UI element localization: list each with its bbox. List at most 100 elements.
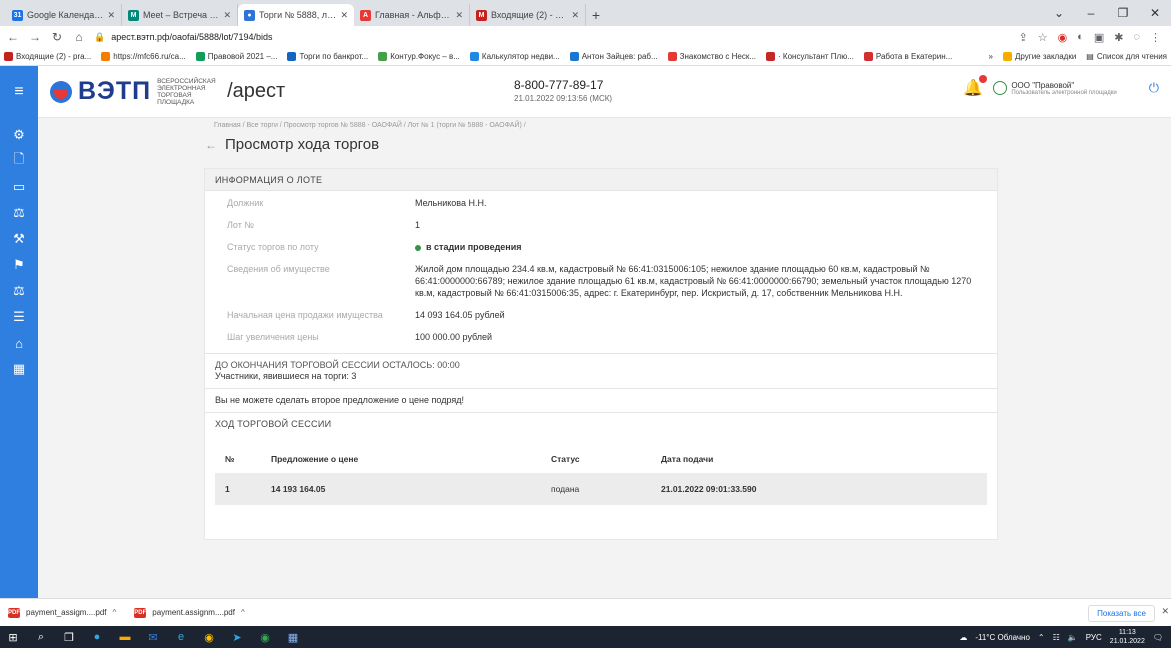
tab-close-icon[interactable]: ✕: [223, 10, 231, 21]
monitor-icon[interactable]: ▭: [10, 178, 28, 196]
settings-gear-icon[interactable]: ⚙: [10, 126, 28, 144]
bookmark-item[interactable]: Знакомство с Неск...: [667, 52, 756, 61]
calculator-app-icon[interactable]: ▦: [286, 630, 300, 644]
tab-favicon-icon: ●: [244, 9, 255, 21]
bookmark-favicon-icon: [766, 52, 776, 61]
forward-icon[interactable]: →: [28, 30, 42, 44]
bookmark-item[interactable]: Торги по банкрот...: [287, 52, 368, 61]
bookmark-item[interactable]: Входящие (2) - pra...: [4, 52, 91, 61]
bookmark-favicon-icon: [667, 52, 677, 61]
bookmark-item[interactable]: Контур.Фокус – в...: [378, 52, 460, 61]
network-icon[interactable]: ☷: [1053, 633, 1060, 642]
tab-close-icon[interactable]: ✕: [455, 10, 463, 21]
close-downloads-icon[interactable]: ✕: [1161, 606, 1169, 617]
home-icon[interactable]: ⌂: [72, 30, 86, 44]
language-indicator[interactable]: РУС: [1086, 633, 1102, 642]
browser-tab[interactable]: 31 Google Календарь - сведения о✕: [6, 4, 122, 26]
browser-tab[interactable]: А Главная - Альфа-Бизнес Онлайн ✕: [354, 4, 470, 26]
document-icon[interactable]: 🗋: [10, 151, 28, 170]
logout-power-icon[interactable]: ⏻: [1149, 80, 1159, 96]
notifications-center-icon[interactable]: 🗨: [1153, 633, 1163, 642]
calculator-icon[interactable]: ▦: [10, 360, 28, 378]
chrome-alt-icon[interactable]: ◉: [258, 630, 272, 644]
other-bookmarks[interactable]: Другие закладки: [1003, 52, 1076, 61]
browser-tab[interactable]: M Входящие (2) - pravoznayka@✕: [470, 4, 586, 26]
weather-icon[interactable]: ☁: [959, 633, 967, 642]
logo-subtitle: Всероссийская электронная торговая площа…: [157, 77, 216, 106]
back-arrow-icon[interactable]: ←: [205, 138, 217, 152]
volume-icon[interactable]: 🔈: [1068, 633, 1078, 642]
extension-icon[interactable]: ◉: [1058, 31, 1068, 44]
bids-section: Ход торговой сессии № Предложение о цене С…: [205, 412, 997, 505]
download-item[interactable]: PDF payment.assignm....pdf ^: [134, 607, 245, 618]
tray-chevron-icon[interactable]: ⌃: [1038, 633, 1045, 642]
browser-tab[interactable]: ● Торги № 5888, лот № 1, жилой✕: [238, 4, 354, 26]
show-all-downloads-button[interactable]: Показать все: [1088, 605, 1155, 622]
site-logo[interactable]: ВЭТП Всероссийская электронная торговая …: [50, 77, 285, 106]
tab-search-icon[interactable]: ⌄: [1043, 0, 1075, 26]
telegram-icon[interactable]: ➤: [230, 630, 244, 644]
close-window-icon[interactable]: ✕: [1139, 0, 1171, 26]
chevron-up-icon[interactable]: ^: [241, 608, 245, 617]
menu-dots-icon[interactable]: ⋮: [1150, 31, 1161, 44]
maximize-icon[interactable]: ❐: [1107, 0, 1139, 26]
hamburger-menu-icon[interactable]: ≡: [0, 65, 38, 118]
tab-close-icon[interactable]: ✕: [340, 10, 348, 21]
mail-icon[interactable]: ✉: [146, 630, 160, 644]
window-controls: ⌄ – ❐ ✕: [1043, 0, 1171, 26]
edge-browser-icon[interactable]: ●: [90, 630, 104, 644]
task-view-icon[interactable]: ❐: [62, 630, 76, 644]
bookmarks-overflow-icon[interactable]: »: [989, 52, 993, 61]
reading-list[interactable]: ▤ Список для чтения: [1086, 52, 1167, 61]
user-name: ООО "Правовой": [1011, 80, 1075, 90]
extensions-puzzle-icon[interactable]: ✱: [1114, 31, 1123, 44]
browser-tab[interactable]: M Meet – Встреча по ОДМБ✕: [122, 4, 238, 26]
lot-info-row: Должник Мельникова Н.Н.: [227, 197, 987, 209]
profile-icon[interactable]: ◌: [1133, 31, 1140, 44]
share-icon[interactable]: ⇪: [1018, 31, 1027, 44]
file-explorer-icon[interactable]: ▬: [118, 630, 132, 644]
contact-block: 8-800-777-89-17 21.01.2022 09:13:56 (МСК…: [514, 78, 612, 103]
auction-icon[interactable]: ⚒: [10, 230, 28, 248]
bookmark-item[interactable]: Антон Зайцев: раб...: [569, 52, 658, 61]
tab-favicon-icon: M: [128, 9, 139, 21]
new-tab-button[interactable]: +: [586, 4, 606, 26]
scales-icon[interactable]: ⚖: [10, 204, 28, 222]
phone-number[interactable]: 8-800-777-89-17: [514, 78, 612, 92]
extension-icon[interactable]: ▣: [1094, 31, 1104, 44]
tab-close-icon[interactable]: ✕: [107, 10, 115, 21]
minimize-icon[interactable]: –: [1075, 0, 1107, 26]
gavel-icon[interactable]: ⚖: [10, 282, 28, 300]
breadcrumb[interactable]: Главная / Все торги / Просмотр торгов № …: [214, 122, 526, 129]
list-icon[interactable]: ☰: [10, 308, 28, 326]
table-row: 1 14 193 164.05 подана 21.01.2022 09:01:33.…: [215, 473, 987, 505]
bookmark-item[interactable]: https://mfc66.ru/ca...: [101, 52, 186, 61]
ie-browser-icon[interactable]: e: [174, 630, 188, 644]
tab-title: Входящие (2) - pravoznayka@: [491, 10, 568, 20]
bookmark-item[interactable]: · Консультант Плю...: [766, 52, 854, 61]
chrome-icon[interactable]: ◉: [202, 630, 216, 644]
tab-title: Meet – Встреча по ОДМБ: [143, 10, 220, 20]
extension-icon[interactable]: ◐: [1077, 31, 1084, 44]
bookmark-item[interactable]: Правовой 2021 –...: [195, 52, 277, 61]
user-menu[interactable]: ООО "Правовой" Пользователь электронной …: [993, 80, 1117, 96]
notifications-bell-icon[interactable]: 🔔: [963, 75, 988, 98]
clock[interactable]: 11:13 21.01.2022: [1110, 628, 1145, 646]
bookmark-item[interactable]: Калькулятор недви...: [469, 52, 560, 61]
download-item[interactable]: PDF payment_assigm....pdf ^: [8, 607, 116, 618]
weather-text[interactable]: -11°С Облачно: [975, 633, 1030, 642]
bookmark-star-icon[interactable]: ☆: [1038, 31, 1048, 44]
search-icon[interactable]: ⌕: [34, 630, 48, 644]
building-icon[interactable]: ⌂: [10, 334, 28, 352]
bookmark-item[interactable]: Работа в Екатерин...: [863, 52, 952, 61]
back-icon[interactable]: ←: [6, 30, 20, 44]
chevron-up-icon[interactable]: ^: [112, 608, 116, 617]
participants-count: Участники, явившиеся на торги: 3: [215, 371, 357, 381]
lot-info-row: Начальная цена продажи имущества 14 093 1…: [227, 309, 987, 321]
url-field[interactable]: 🔒 apecт.вэтп.рф/oaofai/5888/lot/7194/bid…: [94, 28, 1010, 46]
tab-close-icon[interactable]: ✕: [571, 10, 579, 21]
windows-start-icon[interactable]: ⊞: [6, 630, 20, 644]
reload-icon[interactable]: ↻: [50, 30, 64, 44]
bidding-icon[interactable]: ⚑: [10, 256, 28, 274]
bid-cell-status: подана: [541, 473, 651, 505]
